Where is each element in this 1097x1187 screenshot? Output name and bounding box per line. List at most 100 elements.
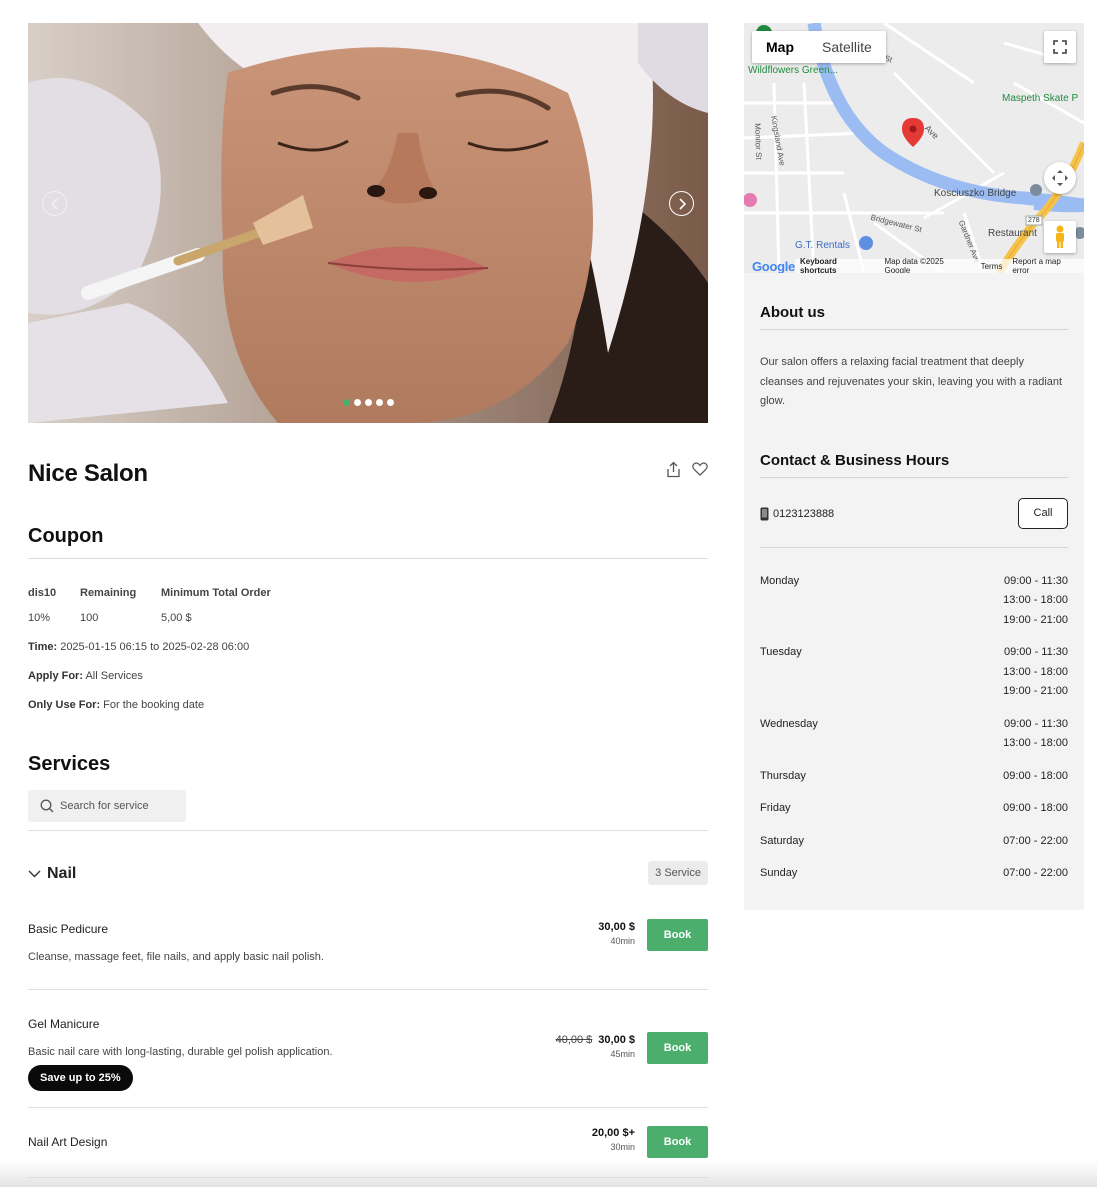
service-old-price: 40,00 $ bbox=[555, 1034, 593, 1046]
day-slots: 09:00 - 11:30 13:00 - 18:00 bbox=[1003, 715, 1068, 754]
time-slot: 09:00 - 11:30 bbox=[1003, 574, 1068, 587]
salon-header: Nice Salon bbox=[28, 423, 708, 503]
phone-number: 0123123888 bbox=[760, 507, 834, 521]
fullscreen-button[interactable] bbox=[1044, 31, 1076, 63]
time-slot: 09:00 - 18:00 bbox=[1003, 769, 1068, 782]
share-icon[interactable] bbox=[666, 461, 682, 479]
map-type-map-button[interactable]: Map bbox=[752, 31, 808, 63]
time-slot: 09:00 - 11:30 bbox=[1003, 717, 1068, 730]
gallery-dot[interactable] bbox=[387, 399, 394, 406]
time-slot: 19:00 - 21:00 bbox=[1003, 613, 1068, 626]
service-price-block: 40,00 $ 30,00 $ 45min bbox=[556, 1034, 635, 1059]
day-name: Friday bbox=[760, 802, 791, 814]
gallery-dot[interactable] bbox=[354, 399, 361, 406]
terms-link[interactable]: Terms bbox=[976, 262, 1008, 271]
coupon-min-order: 5,00 $ bbox=[161, 612, 192, 624]
book-button[interactable]: Book bbox=[647, 1032, 708, 1064]
coupon-apply-for: Apply For: All Services bbox=[28, 670, 143, 682]
phone-row: 0123123888 Call bbox=[760, 478, 1068, 548]
heart-icon[interactable] bbox=[692, 461, 708, 479]
coupon-details: dis10 Remaining Minimum Total Order 10% … bbox=[28, 587, 708, 624]
hours-row: Sunday 07:00 - 22:00 bbox=[760, 864, 1068, 884]
book-button[interactable]: Book bbox=[647, 1126, 708, 1158]
about-text: Our salon offers a relaxing facial treat… bbox=[760, 356, 1063, 407]
day-slots: 09:00 - 11:30 13:00 - 18:00 19:00 - 21:00 bbox=[1003, 572, 1068, 631]
page-bottom-fade bbox=[0, 1161, 1097, 1187]
service-price-block: 20,00 $+ 30min bbox=[592, 1127, 635, 1152]
map-label-wildflowers: Wildflowers Green... bbox=[748, 65, 839, 76]
service-duration: 45min bbox=[610, 1049, 635, 1059]
service-search-input[interactable]: Search for service bbox=[28, 790, 186, 822]
service-item: Basic Pedicure Cleanse, massage feet, fi… bbox=[28, 915, 708, 990]
hours-row: Friday 09:00 - 18:00 bbox=[760, 799, 1068, 819]
service-price-block: 30,00 $ 40min bbox=[598, 921, 635, 946]
time-slot: 13:00 - 18:00 bbox=[1003, 665, 1068, 678]
contact-section: Contact & Business Hours 0123123888 Call… bbox=[744, 452, 1084, 884]
day-name: Sunday bbox=[760, 867, 798, 879]
keyboard-shortcuts-link[interactable]: Keyboard shortcuts bbox=[795, 257, 880, 273]
gallery-prev-button[interactable] bbox=[42, 191, 67, 216]
gallery-dot[interactable] bbox=[343, 399, 350, 406]
call-button[interactable]: Call bbox=[1018, 497, 1068, 529]
map-label-monitor: Monitor St bbox=[753, 123, 764, 160]
report-error-link[interactable]: Report a map error bbox=[1007, 257, 1084, 273]
coupon-min-order-header: Minimum Total Order bbox=[161, 587, 271, 599]
map-label-route: 278 bbox=[1028, 217, 1040, 224]
photo-gallery[interactable] bbox=[28, 23, 708, 423]
coupon-time: Time: 2025-01-15 06:15 to 2025-02-28 06:… bbox=[28, 641, 250, 653]
time-slot: 09:00 - 18:00 bbox=[1003, 802, 1068, 814]
hours-row: Thursday 09:00 - 18:00 bbox=[760, 767, 1068, 787]
service-description: Cleanse, massage feet, file nails, and a… bbox=[28, 951, 324, 963]
gallery-image bbox=[28, 23, 708, 423]
time-slot: 07:00 - 22:00 bbox=[1003, 834, 1068, 847]
time-slot: 19:00 - 21:00 bbox=[1003, 685, 1068, 697]
gallery-next-button[interactable] bbox=[669, 191, 694, 216]
service-item: Gel Manicure Basic nail care with long-l… bbox=[28, 990, 708, 1108]
sidebar: Wildflowers Green... Maspeth Skate P Kos… bbox=[744, 23, 1084, 910]
fullscreen-icon bbox=[1053, 40, 1067, 54]
search-placeholder: Search for service bbox=[60, 800, 149, 812]
business-hours: Monday 09:00 - 11:30 13:00 - 18:00 19:00 - … bbox=[760, 572, 1068, 884]
chevron-left-icon bbox=[50, 197, 58, 210]
gallery-dot[interactable] bbox=[376, 399, 383, 406]
category-header: Nail 3 Service bbox=[28, 831, 708, 915]
gallery-dot[interactable] bbox=[365, 399, 372, 406]
time-slot: 13:00 - 18:00 bbox=[1003, 594, 1068, 606]
mobile-phone-icon bbox=[760, 507, 769, 520]
map-label-maspeth: Maspeth Skate P bbox=[1002, 93, 1079, 104]
page-title: Nice Salon bbox=[28, 460, 148, 487]
day-slots: 07:00 - 22:00 bbox=[1003, 864, 1068, 884]
day-slots: 09:00 - 18:00 bbox=[1003, 767, 1068, 787]
service-price: 30,00 $ bbox=[598, 921, 635, 933]
coupon-discount: 10% bbox=[28, 612, 51, 624]
service-name: Nail Art Design bbox=[28, 1135, 108, 1149]
hours-row: Saturday 07:00 - 22:00 bbox=[760, 832, 1068, 852]
map-type-toggle: Map Satellite bbox=[752, 31, 886, 63]
map-label-gt-rentals: G.T. Rentals bbox=[795, 240, 851, 251]
google-logo: Google bbox=[752, 258, 795, 274]
day-slots: 07:00 - 22:00 bbox=[1003, 832, 1068, 852]
gallery-pagination bbox=[343, 399, 394, 406]
chevron-down-icon bbox=[28, 870, 41, 878]
service-name: Basic Pedicure bbox=[28, 922, 109, 936]
contact-heading: Contact & Business Hours bbox=[760, 452, 1068, 478]
day-slots: 09:00 - 11:30 13:00 - 18:00 19:00 - 21:00 bbox=[1003, 643, 1068, 702]
map-camera-control[interactable] bbox=[1044, 162, 1076, 194]
category-toggle[interactable]: Nail bbox=[28, 865, 76, 883]
service-name: Gel Manicure bbox=[28, 1017, 100, 1031]
map-type-satellite-button[interactable]: Satellite bbox=[808, 31, 886, 63]
map-label-restaurant: Restaurant bbox=[988, 228, 1037, 239]
coupon-use-for: Only Use For: For the booking date bbox=[28, 699, 205, 711]
coupon-code: dis10 bbox=[28, 587, 57, 599]
map-footer: Google Keyboard shortcuts Map data ©2025… bbox=[744, 257, 1084, 274]
services-heading: Services bbox=[28, 753, 111, 775]
day-name: Saturday bbox=[760, 834, 805, 847]
street-view-pegman[interactable] bbox=[1044, 221, 1076, 253]
time-slot: 13:00 - 18:00 bbox=[1003, 737, 1068, 749]
location-map[interactable]: Wildflowers Green... Maspeth Skate P Kos… bbox=[744, 23, 1084, 273]
day-name: Monday bbox=[760, 574, 800, 587]
book-button[interactable]: Book bbox=[647, 919, 708, 951]
service-duration: 40min bbox=[610, 936, 635, 946]
about-heading: About us bbox=[760, 304, 1068, 330]
pegman-icon bbox=[1056, 225, 1064, 248]
